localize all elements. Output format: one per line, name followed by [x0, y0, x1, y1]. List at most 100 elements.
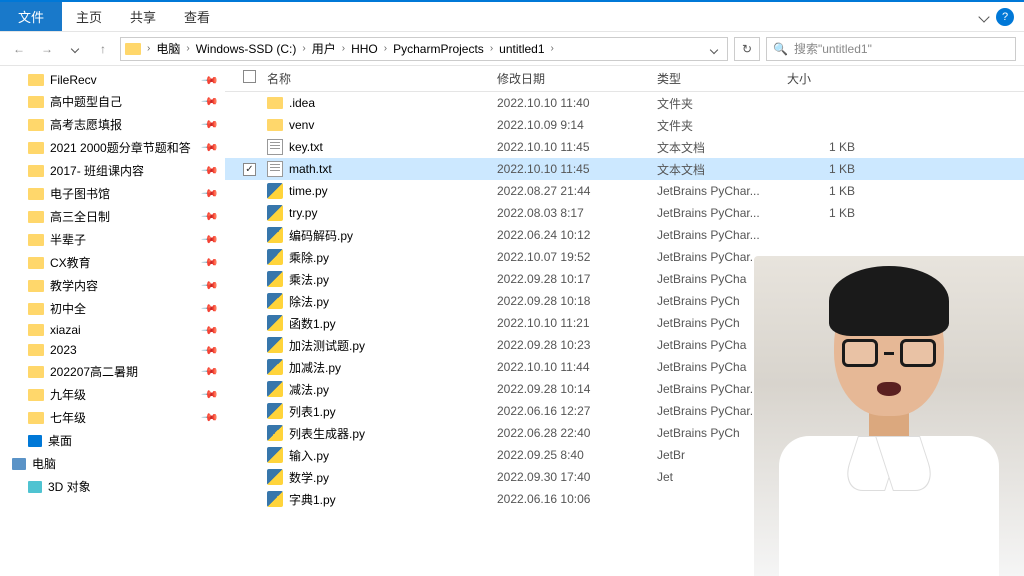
row-checkbox[interactable]: ✓: [243, 163, 256, 176]
desktop-icon: [28, 435, 42, 447]
breadcrumb-seg[interactable]: 电脑: [152, 40, 184, 57]
breadcrumb-seg[interactable]: 用户: [308, 40, 340, 57]
file-type: JetBrains PyChar...: [657, 184, 787, 198]
col-size-header[interactable]: 大小: [787, 70, 867, 87]
folder-icon: [28, 280, 44, 292]
pin-icon: 📌: [201, 184, 220, 203]
file-type: 文本文档: [657, 139, 787, 156]
folder-icon: [28, 142, 44, 154]
file-row[interactable]: 编码解码.py 2022.06.24 10:12 JetBrains PyCha…: [225, 224, 1024, 246]
sidebar-item[interactable]: 电脑: [0, 452, 225, 475]
file-date: 2022.09.30 17:40: [497, 470, 657, 484]
file-date: 2022.06.16 12:27: [497, 404, 657, 418]
breadcrumb-seg[interactable]: Windows-SSD (C:): [192, 42, 301, 56]
sidebar-item[interactable]: CX教育 📌: [0, 251, 225, 274]
sidebar-item[interactable]: 2021 2000题分章节题和答 📌: [0, 136, 225, 159]
ribbon-tab-home[interactable]: 主页: [62, 2, 116, 31]
sidebar-item-label: FileRecv: [50, 73, 97, 87]
address-bar[interactable]: › 电脑 › Windows-SSD (C:) › 用户 › HHO › Pyc…: [120, 37, 728, 61]
navbar: ← → ↑ › 电脑 › Windows-SSD (C:) › 用户 › HHO…: [0, 32, 1024, 66]
col-type-header[interactable]: 类型: [657, 70, 787, 87]
file-date: 2022.06.16 10:06: [497, 492, 657, 506]
sidebar-item-label: 教学内容: [50, 277, 98, 294]
ribbon-collapse-icon[interactable]: [978, 11, 989, 22]
file-date: 2022.10.10 11:21: [497, 316, 657, 330]
sidebar-item[interactable]: 半辈子 📌: [0, 228, 225, 251]
file-row[interactable]: key.txt 2022.10.10 11:45 文本文档 1 KB: [225, 136, 1024, 158]
breadcrumb-seg[interactable]: untitled1: [495, 42, 548, 56]
ribbon-tab-share[interactable]: 共享: [116, 2, 170, 31]
sidebar-item[interactable]: 202207高二暑期 📌: [0, 360, 225, 383]
sidebar-item[interactable]: 高考志愿填报 📌: [0, 113, 225, 136]
file-name: math.txt: [289, 162, 332, 176]
sidebar-item[interactable]: 2017- 班组课内容 📌: [0, 159, 225, 182]
pin-icon: 📌: [201, 161, 220, 180]
folder-icon: [28, 119, 44, 131]
file-row[interactable]: .idea 2022.10.10 11:40 文件夹: [225, 92, 1024, 114]
sidebar-item-label: 202207高二暑期: [50, 363, 138, 380]
col-name-header[interactable]: 名称: [267, 70, 497, 87]
search-input[interactable]: 🔍 搜索"untitled1": [766, 37, 1016, 61]
sidebar-item-label: 电脑: [32, 455, 56, 472]
folder-icon: [28, 366, 44, 378]
sidebar-item[interactable]: 高中题型自己 📌: [0, 90, 225, 113]
folder-icon: [28, 389, 44, 401]
file-row[interactable]: try.py 2022.08.03 8:17 JetBrains PyChar.…: [225, 202, 1024, 224]
file-type: JetBrains PyChar...: [657, 228, 787, 242]
pin-icon: 📌: [201, 321, 220, 340]
breadcrumb-sep: ›: [184, 43, 191, 54]
file-date: 2022.10.10 11:45: [497, 162, 657, 176]
sidebar-item[interactable]: 桌面: [0, 429, 225, 452]
nav-back-icon[interactable]: ←: [8, 38, 30, 60]
ribbon-file-tab[interactable]: 文件: [0, 2, 62, 31]
sidebar-item[interactable]: 2023 📌: [0, 340, 225, 360]
nav-forward-icon[interactable]: →: [36, 38, 58, 60]
file-row[interactable]: venv 2022.10.09 9:14 文件夹: [225, 114, 1024, 136]
py-icon: [267, 205, 283, 221]
sidebar-item[interactable]: 高三全日制 📌: [0, 205, 225, 228]
folder-icon: [28, 211, 44, 223]
col-date-header[interactable]: 修改日期: [497, 70, 657, 87]
py-icon: [267, 293, 283, 309]
txt-icon: [267, 161, 283, 177]
sidebar-item[interactable]: 3D 对象: [0, 475, 225, 498]
py-icon: [267, 491, 283, 507]
nav-recent-icon[interactable]: [64, 38, 86, 60]
webcam-overlay: [754, 256, 1024, 576]
folder-icon: [28, 344, 44, 356]
ribbon-tab-view[interactable]: 查看: [170, 2, 224, 31]
file-date: 2022.08.03 8:17: [497, 206, 657, 220]
sidebar-item[interactable]: 九年级 📌: [0, 383, 225, 406]
folder-icon: [267, 97, 283, 109]
sidebar-item[interactable]: 初中全 📌: [0, 297, 225, 320]
sidebar-item[interactable]: 七年级 📌: [0, 406, 225, 429]
refresh-button[interactable]: ↻: [734, 37, 760, 61]
breadcrumb-sep: ›: [340, 43, 347, 54]
sidebar-item[interactable]: xiazai 📌: [0, 320, 225, 340]
pin-icon: 📌: [201, 299, 220, 318]
file-row[interactable]: time.py 2022.08.27 21:44 JetBrains PyCha…: [225, 180, 1024, 202]
sidebar-item[interactable]: 教学内容 📌: [0, 274, 225, 297]
py-icon: [267, 381, 283, 397]
file-name: 乘法.py: [289, 271, 329, 288]
file-size: 1 KB: [787, 184, 867, 198]
select-all-checkbox[interactable]: [243, 70, 256, 83]
folder-icon: [28, 188, 44, 200]
file-date: 2022.10.09 9:14: [497, 118, 657, 132]
help-icon[interactable]: ?: [996, 8, 1014, 26]
address-dropdown-icon[interactable]: [705, 42, 723, 56]
obj3d-icon: [28, 481, 42, 493]
file-name: 输入.py: [289, 447, 329, 464]
folder-icon: [28, 412, 44, 424]
sidebar-item[interactable]: FileRecv 📌: [0, 70, 225, 90]
column-headers: 名称 修改日期 类型 大小: [225, 66, 1024, 92]
file-name: try.py: [289, 206, 317, 220]
sidebar-item[interactable]: 电子图书馆 📌: [0, 182, 225, 205]
breadcrumb-seg[interactable]: HHO: [347, 42, 382, 56]
file-row[interactable]: ✓ math.txt 2022.10.10 11:45 文本文档 1 KB: [225, 158, 1024, 180]
file-name: time.py: [289, 184, 328, 198]
breadcrumb-sep: ›: [488, 43, 495, 54]
nav-up-icon[interactable]: ↑: [92, 38, 114, 60]
breadcrumb-seg[interactable]: PycharmProjects: [389, 42, 488, 56]
file-date: 2022.09.28 10:14: [497, 382, 657, 396]
